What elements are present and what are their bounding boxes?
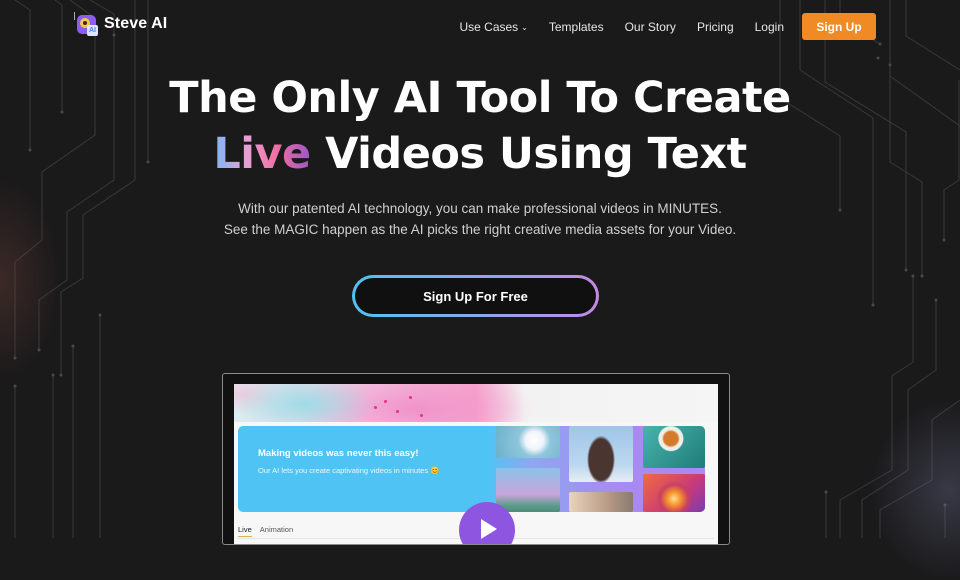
subtitle-line-1: With our patented AI technology, you can… <box>238 201 722 216</box>
main-nav: Use Cases ⌄ Templates Our Story Pricing … <box>438 13 876 40</box>
tab-live[interactable]: Live <box>238 525 252 537</box>
nav-our-story[interactable]: Our Story <box>625 20 676 34</box>
preview-tabs: Live Animation <box>238 525 301 537</box>
preview-screen: Making videos was never this easy! Our A… <box>234 384 718 544</box>
sign-up-for-free-button[interactable]: Sign Up For Free <box>352 275 599 317</box>
preview-hero-card: Making videos was never this easy! Our A… <box>238 426 705 512</box>
cta-label: Sign Up For Free <box>355 278 596 314</box>
logo-badge: AI <box>87 25 98 36</box>
tea-cup-image <box>643 426 705 468</box>
card-title: Making videos was never this easy! <box>258 448 419 459</box>
daisy-image <box>496 426 560 458</box>
site-header: AI Steve AI Use Cases ⌄ Templates Our St… <box>0 0 960 54</box>
dog-image <box>569 426 633 482</box>
family-image <box>569 492 633 512</box>
nav-use-cases[interactable]: Use Cases ⌄ <box>459 20 527 34</box>
nav-use-cases-label: Use Cases <box>459 19 519 34</box>
headline-line-2-rest: Videos Using Text <box>325 129 747 179</box>
brand-name: Steve AI <box>104 15 168 32</box>
steve-ai-logo-icon: AI <box>74 12 98 36</box>
image-mosaic <box>488 426 705 512</box>
chevron-down-icon: ⌄ <box>521 23 528 32</box>
brand-logo[interactable]: AI Steve AI <box>74 12 167 36</box>
nav-login[interactable]: Login <box>755 20 784 34</box>
card-subtitle: Our AI lets you create captivating video… <box>258 466 440 475</box>
sign-up-button[interactable]: Sign Up <box>802 13 876 40</box>
hero-subtitle: With our patented AI technology, you can… <box>0 198 960 240</box>
hero-headline: The Only AI Tool To Create Live Videos U… <box>0 70 960 182</box>
headline-line-2: Live Videos Using Text <box>0 126 960 182</box>
preview-banner-art <box>234 384 718 422</box>
play-icon <box>481 519 497 539</box>
headline-line-1: The Only AI Tool To Create <box>169 73 791 123</box>
nav-templates[interactable]: Templates <box>549 20 604 34</box>
nav-pricing[interactable]: Pricing <box>697 20 734 34</box>
subtitle-line-2: See the MAGIC happen as the AI picks the… <box>223 222 737 237</box>
headline-highlight: Live <box>213 129 311 179</box>
crystal-ball-image <box>643 474 705 512</box>
palm-trees-image <box>496 468 560 512</box>
product-preview: Making videos was never this easy! Our A… <box>222 373 730 545</box>
tab-animation[interactable]: Animation <box>260 525 293 537</box>
hero-section: The Only AI Tool To Create Live Videos U… <box>0 70 960 240</box>
